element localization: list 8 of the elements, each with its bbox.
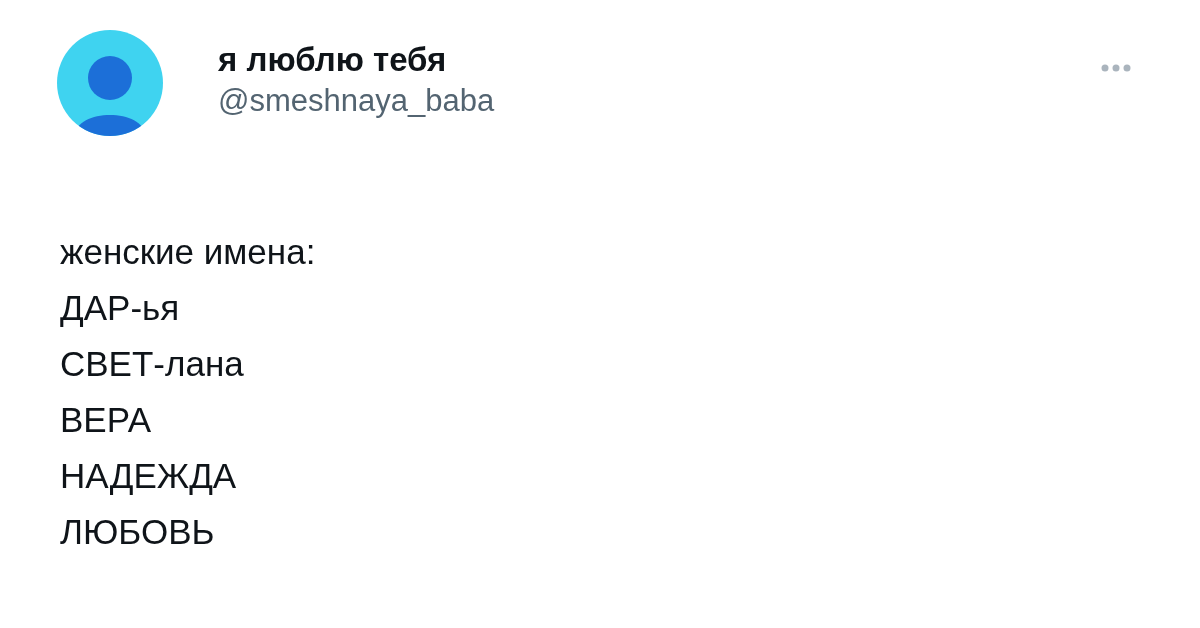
tweet-text-line: женские имена: xyxy=(59,231,316,273)
tweet-text-line: ДАР-ья xyxy=(59,287,180,329)
tweet-text-line: ВЕРА xyxy=(59,399,152,441)
tweet-text-line: ЛЮБОВЬ xyxy=(59,511,215,553)
tweet-text-line: НАДЕЖДА xyxy=(59,455,237,497)
author-name[interactable]: я люблю тебя xyxy=(218,39,495,81)
author-handle[interactable]: @smeshnaya_baba xyxy=(218,81,495,121)
tweet-text-line: СВЕТ-лана xyxy=(59,343,244,385)
